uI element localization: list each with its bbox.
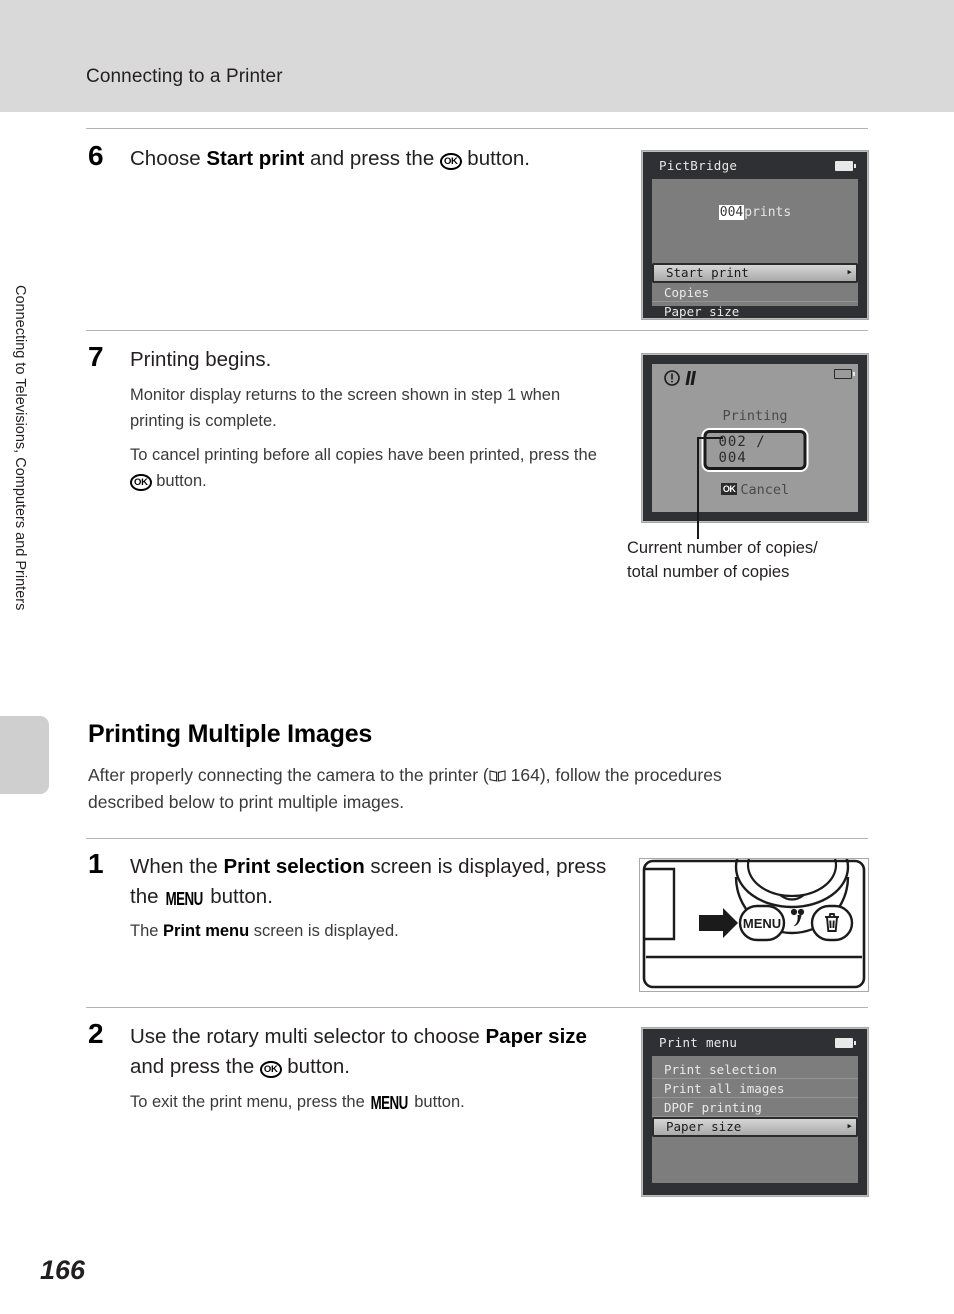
print-menu-list: Print selection Print all images DPOF pr… [652,1060,858,1137]
battery-full-icon [835,161,856,171]
step-7-body2-post: button. [151,472,207,490]
step-2-text-bold: Paper size [485,1025,587,1048]
print-menu-screen: Print menu Print selection Print all ima… [642,1028,868,1196]
step-1-heading: When the Print selection screen is displ… [130,852,625,915]
printing-cancel-label: Cancel [740,482,790,498]
print-menu-item-print-selection-label: Print selection [664,1062,777,1077]
callout-caption-line2: total number of copies [627,563,790,581]
pictbridge-item-paper-size[interactable]: Paper size [652,302,858,319]
step-2-number: 2 [88,1018,104,1049]
section-intro-text: After properly connecting the camera to … [88,762,788,816]
battery-full-icon [835,1038,856,1048]
print-menu-item-paper-size[interactable]: Paper size [652,1117,858,1137]
print-menu-item-dpof-printing[interactable]: DPOF printing [652,1098,858,1117]
page-content: 6 Choose Start print and press the OK bu… [0,0,954,1314]
print-menu-canvas: Print selection Print all images DPOF pr… [652,1056,858,1183]
step-6-text-post: button. [461,147,530,170]
divider-step2 [86,1007,868,1008]
ok-button-icon: OK [130,474,152,491]
print-menu-item-print-all-images-label: Print all images [664,1081,785,1096]
divider-step1 [86,838,868,839]
step-6-text-pre: Choose [130,147,207,170]
print-menu-item-print-selection[interactable]: Print selection [652,1060,858,1079]
step-1-text-pre: When the [130,855,224,878]
battery-empty-icon [834,369,855,379]
pictbridge-menu-list: Start print Copies Paper size [652,263,858,319]
menu-button-icon: MENU [370,1094,409,1114]
ok-button-badge-icon: OK [720,483,738,495]
pictbridge-item-copies-label: Copies [664,285,710,300]
pictbridge-print-count-row: 004prints [652,205,858,220]
step-2-body-pre: To exit the print menu, press the [130,1093,370,1111]
step-2-text-pre: Use the rotary multi selector to choose [130,1025,486,1048]
step-6-text-bold: Start print [206,147,305,170]
step-6-number: 6 [88,140,104,171]
svg-text:MENU: MENU [743,916,781,931]
step-6-heading: Choose Start print and press the OK butt… [130,144,610,174]
section-heading: Printing Multiple Images [88,720,373,748]
divider-step7 [86,330,868,331]
ok-button-icon: OK [259,1061,282,1078]
printing-canvas: Printing 002 / 004 OK Cancel [652,364,858,512]
step-7-number: 7 [88,341,104,372]
divider-step6 [86,128,868,129]
step-2-heading: Use the rotary multi selector to choose … [130,1022,620,1082]
print-menu-title: Print menu [659,1035,738,1050]
step-1-text-post: button. [204,885,273,908]
printing-cancel-row[interactable]: OK Cancel [652,482,858,498]
printing-screen-frame: Printing 002 / 004 OK Cancel [641,353,869,523]
print-menu-titlebar: Print menu [643,1029,867,1056]
warning-icon-group [664,370,696,386]
callout-leader-line [697,437,723,539]
page-number: 166 [40,1255,86,1285]
book-reference-icon [489,763,506,782]
print-menu-item-dpof-printing-label: DPOF printing [664,1100,762,1115]
printing-warning-icons [664,369,704,391]
section-intro-pre: After properly connecting the camera to … [88,765,489,785]
step-1-number: 1 [88,848,104,879]
pictbridge-item-start-print-label: Start print [666,265,749,280]
step-1-body-post: screen is displayed. [249,922,399,940]
pictbridge-titlebar: PictBridge [643,152,867,179]
step-1-text-bold: Print selection [223,855,365,878]
step-2-body: To exit the print menu, press the MENU b… [130,1089,630,1117]
step-6-text-mid: and press the [304,147,440,170]
pictbridge-screen-frame: PictBridge 004prints Start print Copies … [641,150,869,320]
step-2-text-post: button. [281,1055,350,1078]
step-2-body-post: button. [409,1093,465,1111]
pictbridge-item-paper-size-label: Paper size [664,304,740,319]
camera-diagram-svg: MENU [642,825,866,989]
callout-caption-line1: Current number of copies/ [627,539,818,557]
menu-button-icon: MENU [165,890,204,910]
print-menu-item-print-all-images[interactable]: Print all images [652,1079,858,1098]
camera-back-illustration: MENU [639,825,869,992]
pictbridge-print-unit: prints [744,205,792,220]
pictbridge-screen: PictBridge 004prints Start print Copies … [642,151,868,319]
callout-caption: Current number of copies/ total number o… [627,536,877,584]
step-7-body2-pre: To cancel printing before all copies hav… [130,446,597,464]
step-7-body-2: To cancel printing before all copies hav… [130,442,610,494]
printing-status-label: Printing [722,408,788,424]
step-7-heading: Printing begins. [130,348,272,371]
step-1-body-bold: Print menu [163,922,250,940]
step-1-body: The Print menu screen is displayed. [130,918,610,944]
pictbridge-item-start-print[interactable]: Start print [652,263,858,283]
step-7-body-1: Monitor display returns to the screen sh… [130,386,561,430]
pictbridge-print-count: 004 [718,205,745,220]
print-menu-screen-frame: Print menu Print selection Print all ima… [641,1027,869,1197]
step-2-text-mid: and press the [130,1055,260,1078]
ok-button-icon: OK [439,153,462,170]
print-menu-item-paper-size-label: Paper size [666,1119,742,1134]
printing-screen: Printing 002 / 004 OK Cancel [642,354,868,522]
pictbridge-title: PictBridge [659,158,738,173]
step-1-body-pre: The [130,922,164,940]
pictbridge-canvas: 004prints Start print Copies Paper size [652,179,858,318]
pictbridge-item-copies[interactable]: Copies [652,283,858,302]
